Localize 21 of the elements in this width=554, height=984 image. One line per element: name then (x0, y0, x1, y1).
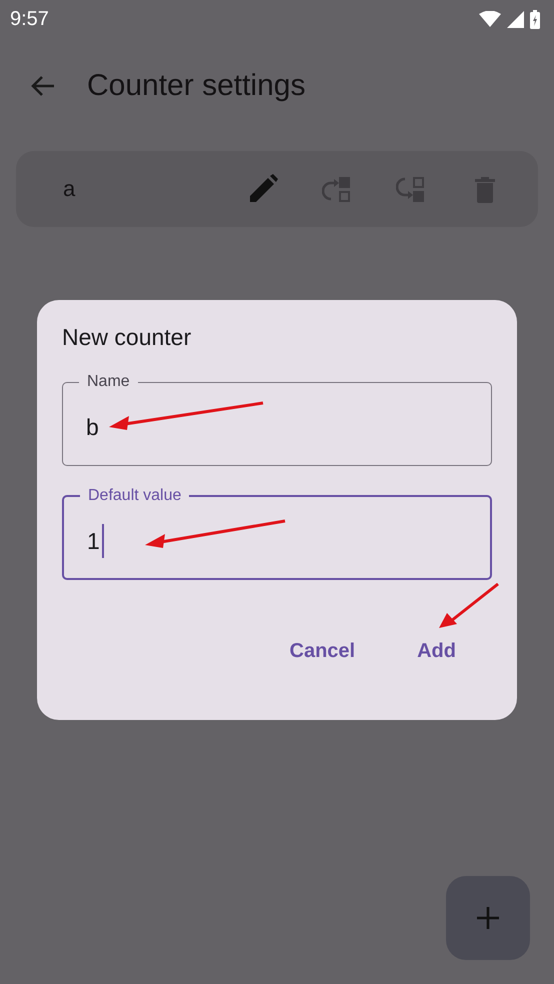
dialog-button[interactable]: Add (397, 630, 476, 673)
text-cursor (102, 524, 104, 558)
battery-icon (530, 10, 540, 28)
wifi-icon (479, 11, 501, 27)
counter-name: a (63, 176, 76, 202)
screen-title: Counter settings (87, 69, 306, 103)
signal-icon (507, 10, 524, 28)
status-time: 9:57 (10, 8, 49, 30)
back-arrow-icon[interactable] (30, 74, 56, 98)
annotation-arrow (439, 583, 499, 629)
dialog-button[interactable]: Cancel (270, 630, 376, 673)
field-value: b (86, 414, 99, 440)
field-label: Default value (87, 486, 182, 506)
input-field[interactable]: Name b (62, 372, 492, 466)
plus-icon (476, 906, 500, 930)
dialog-title: New counter (62, 324, 192, 351)
add-button[interactable] (446, 876, 530, 960)
pencil-icon[interactable] (248, 174, 278, 204)
field-value: 1 (87, 528, 100, 554)
field-label: Name (86, 372, 131, 392)
input-field[interactable]: Default value 1 (62, 486, 492, 580)
